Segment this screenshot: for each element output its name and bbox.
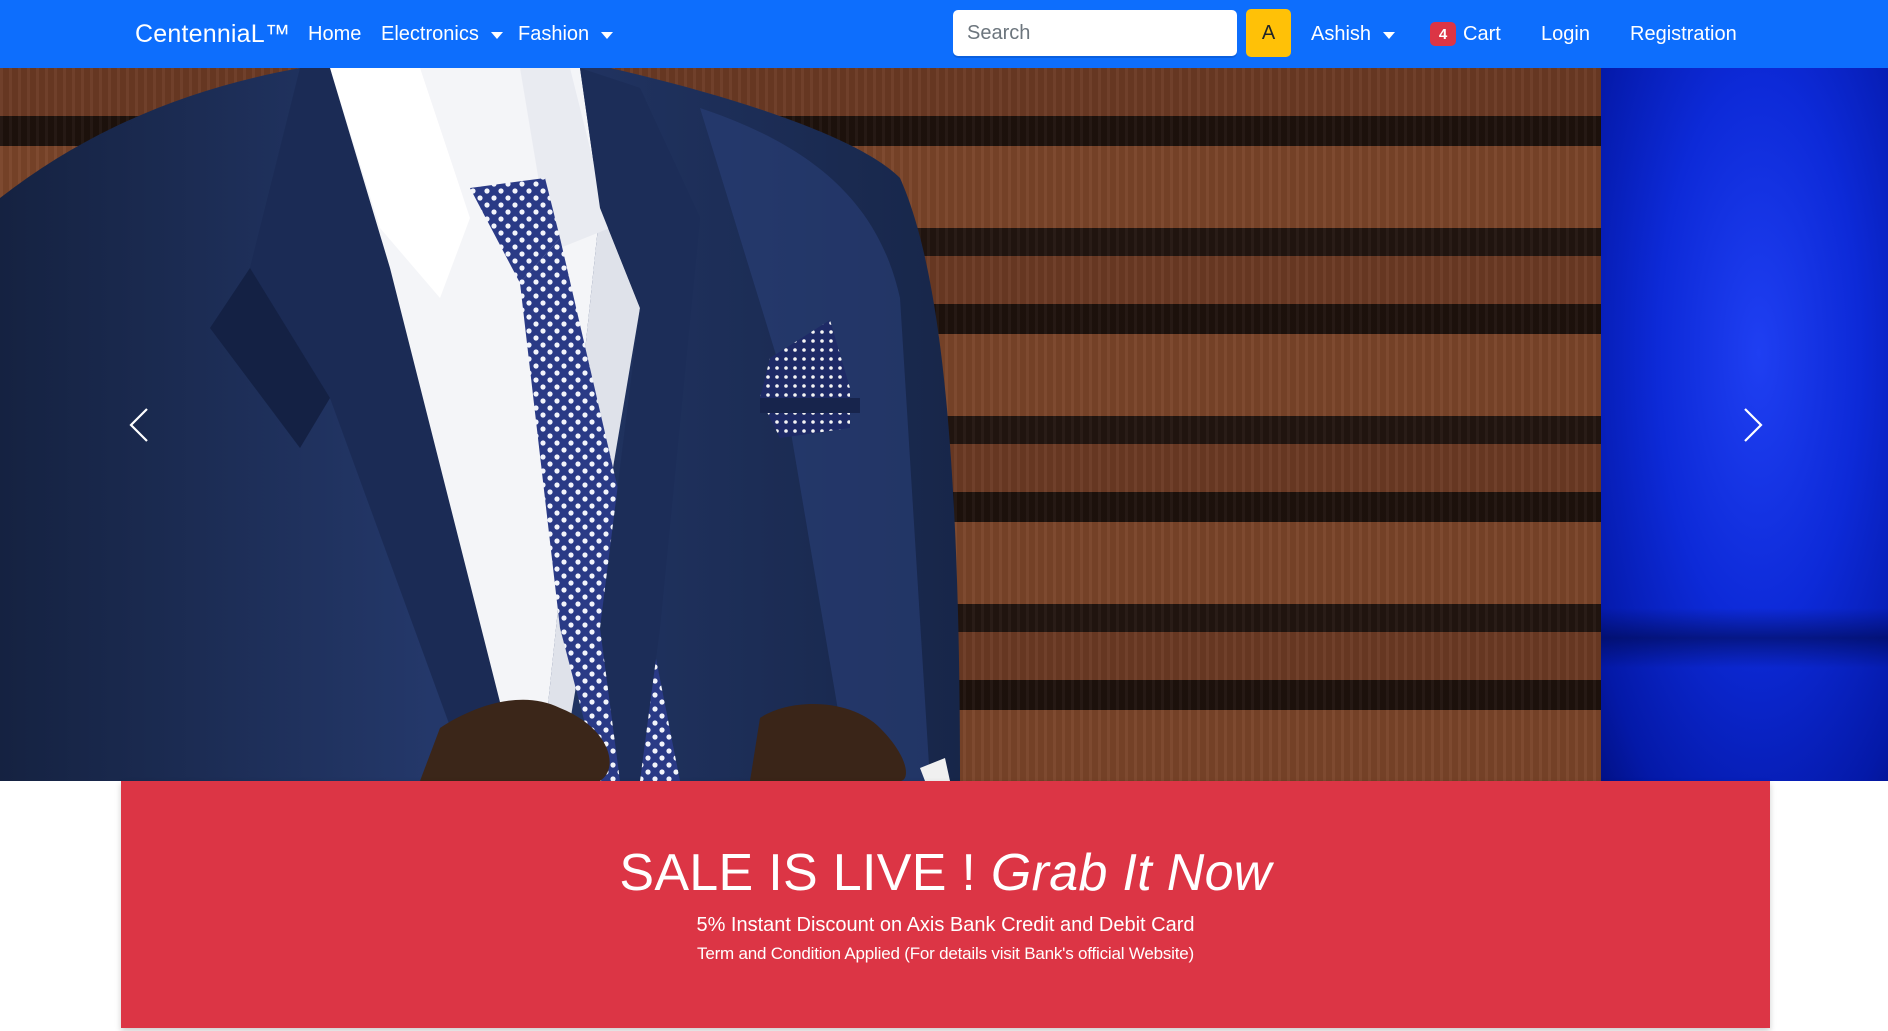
user-name: Ashish — [1311, 22, 1372, 45]
sale-banner: SALE IS LIVE ! Grab It Now 5% Instant Di… — [121, 781, 1770, 1028]
nav-home-link[interactable]: Home — [308, 0, 361, 68]
chevron-down-icon — [1383, 31, 1396, 39]
chevron-left-icon — [129, 407, 148, 442]
chevron-down-icon — [601, 31, 614, 39]
brand-logo[interactable]: CentenniaL™ — [135, 0, 290, 68]
carousel-prev-button[interactable] — [84, 68, 194, 781]
man-in-suit-image — [0, 68, 960, 781]
sale-heading: SALE IS LIVE ! Grab It Now — [121, 843, 1770, 903]
nav-electronics-label: Electronics — [381, 22, 479, 45]
registration-label: Registration — [1630, 22, 1737, 45]
carousel-next-button[interactable] — [1698, 68, 1808, 781]
user-menu-dropdown[interactable]: Ashish — [1311, 0, 1396, 68]
registration-link[interactable]: Registration — [1630, 0, 1737, 68]
search-button[interactable]: A — [1246, 9, 1291, 57]
sale-terms-text: Term and Condition Applied (For details … — [697, 944, 1194, 963]
nav-home-label: Home — [308, 22, 362, 45]
login-link[interactable]: Login — [1541, 0, 1590, 68]
login-label: Login — [1541, 22, 1590, 45]
sale-heading-prefix: SALE IS LIVE ! — [619, 844, 991, 902]
sale-heading-emphasis: Grab It Now — [990, 844, 1272, 902]
cart-link[interactable]: 4 Cart — [1430, 0, 1501, 68]
cart-count-badge: 4 — [1430, 22, 1456, 46]
search-input[interactable] — [953, 10, 1237, 56]
chevron-down-icon — [490, 31, 503, 39]
cart-label: Cart — [1463, 22, 1501, 45]
nav-fashion-label: Fashion — [518, 22, 590, 45]
hero-carousel — [0, 68, 1888, 781]
nav-fashion-dropdown[interactable]: Fashion — [518, 0, 614, 68]
chevron-right-icon — [1744, 407, 1763, 442]
carousel-slide-suit — [0, 68, 1601, 781]
nav-electronics-dropdown[interactable]: Electronics — [381, 0, 503, 68]
top-navbar: CentenniaL™ Home Electronics Fashion A A… — [0, 0, 1888, 68]
sale-offer-text: 5% Instant Discount on Axis Bank Credit … — [696, 914, 1195, 936]
